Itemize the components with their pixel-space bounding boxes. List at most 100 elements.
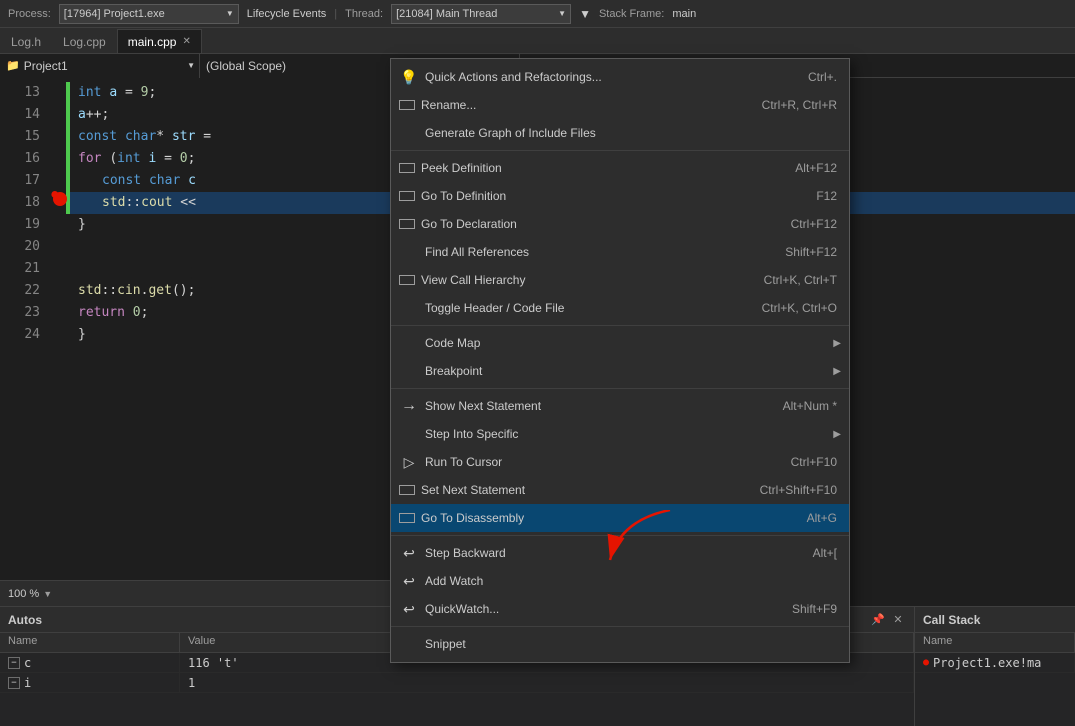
go-to-decl-shortcut: Ctrl+F12	[791, 217, 837, 231]
separator-2	[391, 325, 849, 326]
green-change-bar	[66, 82, 70, 214]
menu-snippet[interactable]: Snippet	[391, 630, 849, 658]
breadcrumb-right: (Global Scope)	[206, 59, 286, 73]
toggle-header-label: Toggle Header / Code File	[425, 301, 756, 315]
set-next-label: Set Next Statement	[421, 483, 754, 497]
menu-run-to-cursor[interactable]: ▷ Run To Cursor Ctrl+F10	[391, 448, 849, 476]
add-watch-label: Add Watch	[425, 574, 841, 588]
menu-rename[interactable]: Rename... Ctrl+R, Ctrl+R	[391, 91, 849, 119]
menu-step-backward[interactable]: ↩ Step Backward Alt+[	[391, 539, 849, 567]
go-to-def-label: Go To Definition	[421, 189, 810, 203]
autos-row-1-expand[interactable]: −	[8, 677, 20, 689]
autos-col-name: Name	[0, 633, 180, 652]
tab-log-h[interactable]: Log.h	[0, 29, 52, 53]
show-next-label: Show Next Statement	[425, 399, 777, 413]
show-next-icon: →	[399, 396, 419, 416]
stack-frame-value: main	[672, 8, 696, 20]
breadcrumb-left: Project1	[24, 59, 68, 73]
autos-row-1[interactable]: − i 1	[0, 673, 914, 693]
autos-close-btn[interactable]: ✕	[890, 612, 906, 628]
separator-1	[391, 150, 849, 151]
autos-row-0-name: − c	[0, 653, 180, 672]
generate-graph-label: Generate Graph of Include Files	[425, 126, 841, 140]
peek-def-icon	[399, 163, 415, 173]
menu-quickwatch[interactable]: ↩ QuickWatch... Shift+F9	[391, 595, 849, 623]
call-hier-shortcut: Ctrl+K, Ctrl+T	[764, 273, 837, 287]
menu-find-all-refs[interactable]: Find All References Shift+F12	[391, 238, 849, 266]
autos-title: Autos	[8, 613, 42, 627]
quick-actions-icon: 💡	[399, 67, 419, 87]
tab-log-cpp-label: Log.cpp	[63, 35, 106, 49]
run-cursor-icon: ▷	[399, 452, 419, 472]
quick-actions-shortcut: Ctrl+.	[808, 70, 837, 84]
go-to-decl-label: Go To Declaration	[421, 217, 785, 231]
separator-4	[391, 535, 849, 536]
add-watch-icon: ↩	[399, 571, 419, 591]
autos-pin-btn[interactable]: 📌	[870, 612, 886, 628]
menu-go-to-declaration[interactable]: Go To Declaration Ctrl+F12	[391, 210, 849, 238]
snippet-icon	[399, 634, 419, 654]
tab-main-cpp[interactable]: main.cpp ✕	[117, 29, 202, 53]
call-stack-title: Call Stack	[923, 613, 980, 627]
autos-row-0-expand[interactable]: −	[8, 657, 20, 669]
menu-add-watch[interactable]: ↩ Add Watch	[391, 567, 849, 595]
call-stack-row-0-name: ● Project1.exe!ma	[915, 653, 1075, 672]
breadcrumb-project[interactable]: 📁 Project1	[0, 54, 200, 78]
thread-dropdown[interactable]: [21084] Main Thread	[391, 4, 571, 24]
menu-set-next-statement[interactable]: Set Next Statement Ctrl+Shift+F10	[391, 476, 849, 504]
show-next-shortcut: Alt+Num *	[783, 399, 837, 413]
quick-actions-label: Quick Actions and Refactorings...	[425, 70, 802, 84]
call-stack-panel: Call Stack Name ● Project1.exe!ma	[915, 607, 1075, 726]
menu-step-into-specific[interactable]: Step Into Specific ▶	[391, 420, 849, 448]
go-to-disasm-icon	[399, 513, 415, 523]
call-hier-label: View Call Hierarchy	[421, 273, 758, 287]
separator-3	[391, 388, 849, 389]
run-cursor-shortcut: Ctrl+F10	[791, 455, 837, 469]
step-into-arrow: ▶	[833, 429, 841, 440]
call-stack-row-0[interactable]: ● Project1.exe!ma	[915, 653, 1075, 673]
autos-row-1-value: 1	[180, 673, 914, 692]
filter-icon: ▼	[579, 7, 591, 21]
process-value: [17964] Project1.exe	[64, 8, 165, 20]
peek-def-label: Peek Definition	[421, 161, 789, 175]
call-stack-icon: ●	[923, 657, 929, 668]
find-refs-shortcut: Shift+F12	[785, 245, 837, 259]
menu-breakpoint[interactable]: Breakpoint ▶	[391, 357, 849, 385]
separator-5	[391, 626, 849, 627]
tab-log-cpp[interactable]: Log.cpp	[52, 29, 117, 53]
line-numbers: 13 14 15 16 17 18 19 20 21 22 23 24	[0, 78, 50, 606]
quickwatch-label: QuickWatch...	[425, 602, 786, 616]
menu-code-map[interactable]: Code Map ▶	[391, 329, 849, 357]
call-stack-table-header: Name	[915, 633, 1075, 653]
menu-toggle-header[interactable]: Toggle Header / Code File Ctrl+K, Ctrl+O	[391, 294, 849, 322]
menu-generate-graph[interactable]: Generate Graph of Include Files	[391, 119, 849, 147]
thread-label: Thread:	[345, 8, 383, 20]
tab-bar: Log.h Log.cpp main.cpp ✕	[0, 28, 1075, 54]
process-dropdown[interactable]: [17964] Project1.exe	[59, 4, 239, 24]
go-to-def-icon	[399, 191, 415, 201]
tab-log-h-label: Log.h	[11, 35, 41, 49]
menu-go-to-definition[interactable]: Go To Definition F12	[391, 182, 849, 210]
zoom-bar: 100 % ▼	[0, 580, 390, 606]
autos-row-1-name: − i	[0, 673, 180, 692]
menu-view-call-hierarchy[interactable]: View Call Hierarchy Ctrl+K, Ctrl+T	[391, 266, 849, 294]
run-cursor-label: Run To Cursor	[425, 455, 785, 469]
menu-peek-definition[interactable]: Peek Definition Alt+F12	[391, 154, 849, 182]
rename-icon	[399, 100, 415, 110]
rename-label: Rename...	[421, 98, 756, 112]
quickwatch-icon: ↩	[399, 599, 419, 619]
step-back-shortcut: Alt+[	[813, 546, 837, 560]
code-map-label: Code Map	[425, 336, 827, 350]
tab-main-cpp-close[interactable]: ✕	[182, 36, 190, 47]
lifecycle-events-btn[interactable]: Lifecycle Events	[247, 8, 326, 20]
code-map-arrow: ▶	[833, 338, 841, 349]
generate-graph-icon	[399, 123, 419, 143]
set-next-shortcut: Ctrl+Shift+F10	[760, 483, 837, 497]
call-hier-icon	[399, 275, 415, 285]
menu-quick-actions[interactable]: 💡 Quick Actions and Refactorings... Ctrl…	[391, 63, 849, 91]
zoom-value: 100 %	[8, 588, 39, 600]
menu-go-to-disassembly[interactable]: Go To Disassembly Alt+G	[391, 504, 849, 532]
go-to-def-shortcut: F12	[816, 189, 837, 203]
menu-show-next-statement[interactable]: → Show Next Statement Alt+Num *	[391, 392, 849, 420]
toolbar: Process: [17964] Project1.exe Lifecycle …	[0, 0, 1075, 28]
